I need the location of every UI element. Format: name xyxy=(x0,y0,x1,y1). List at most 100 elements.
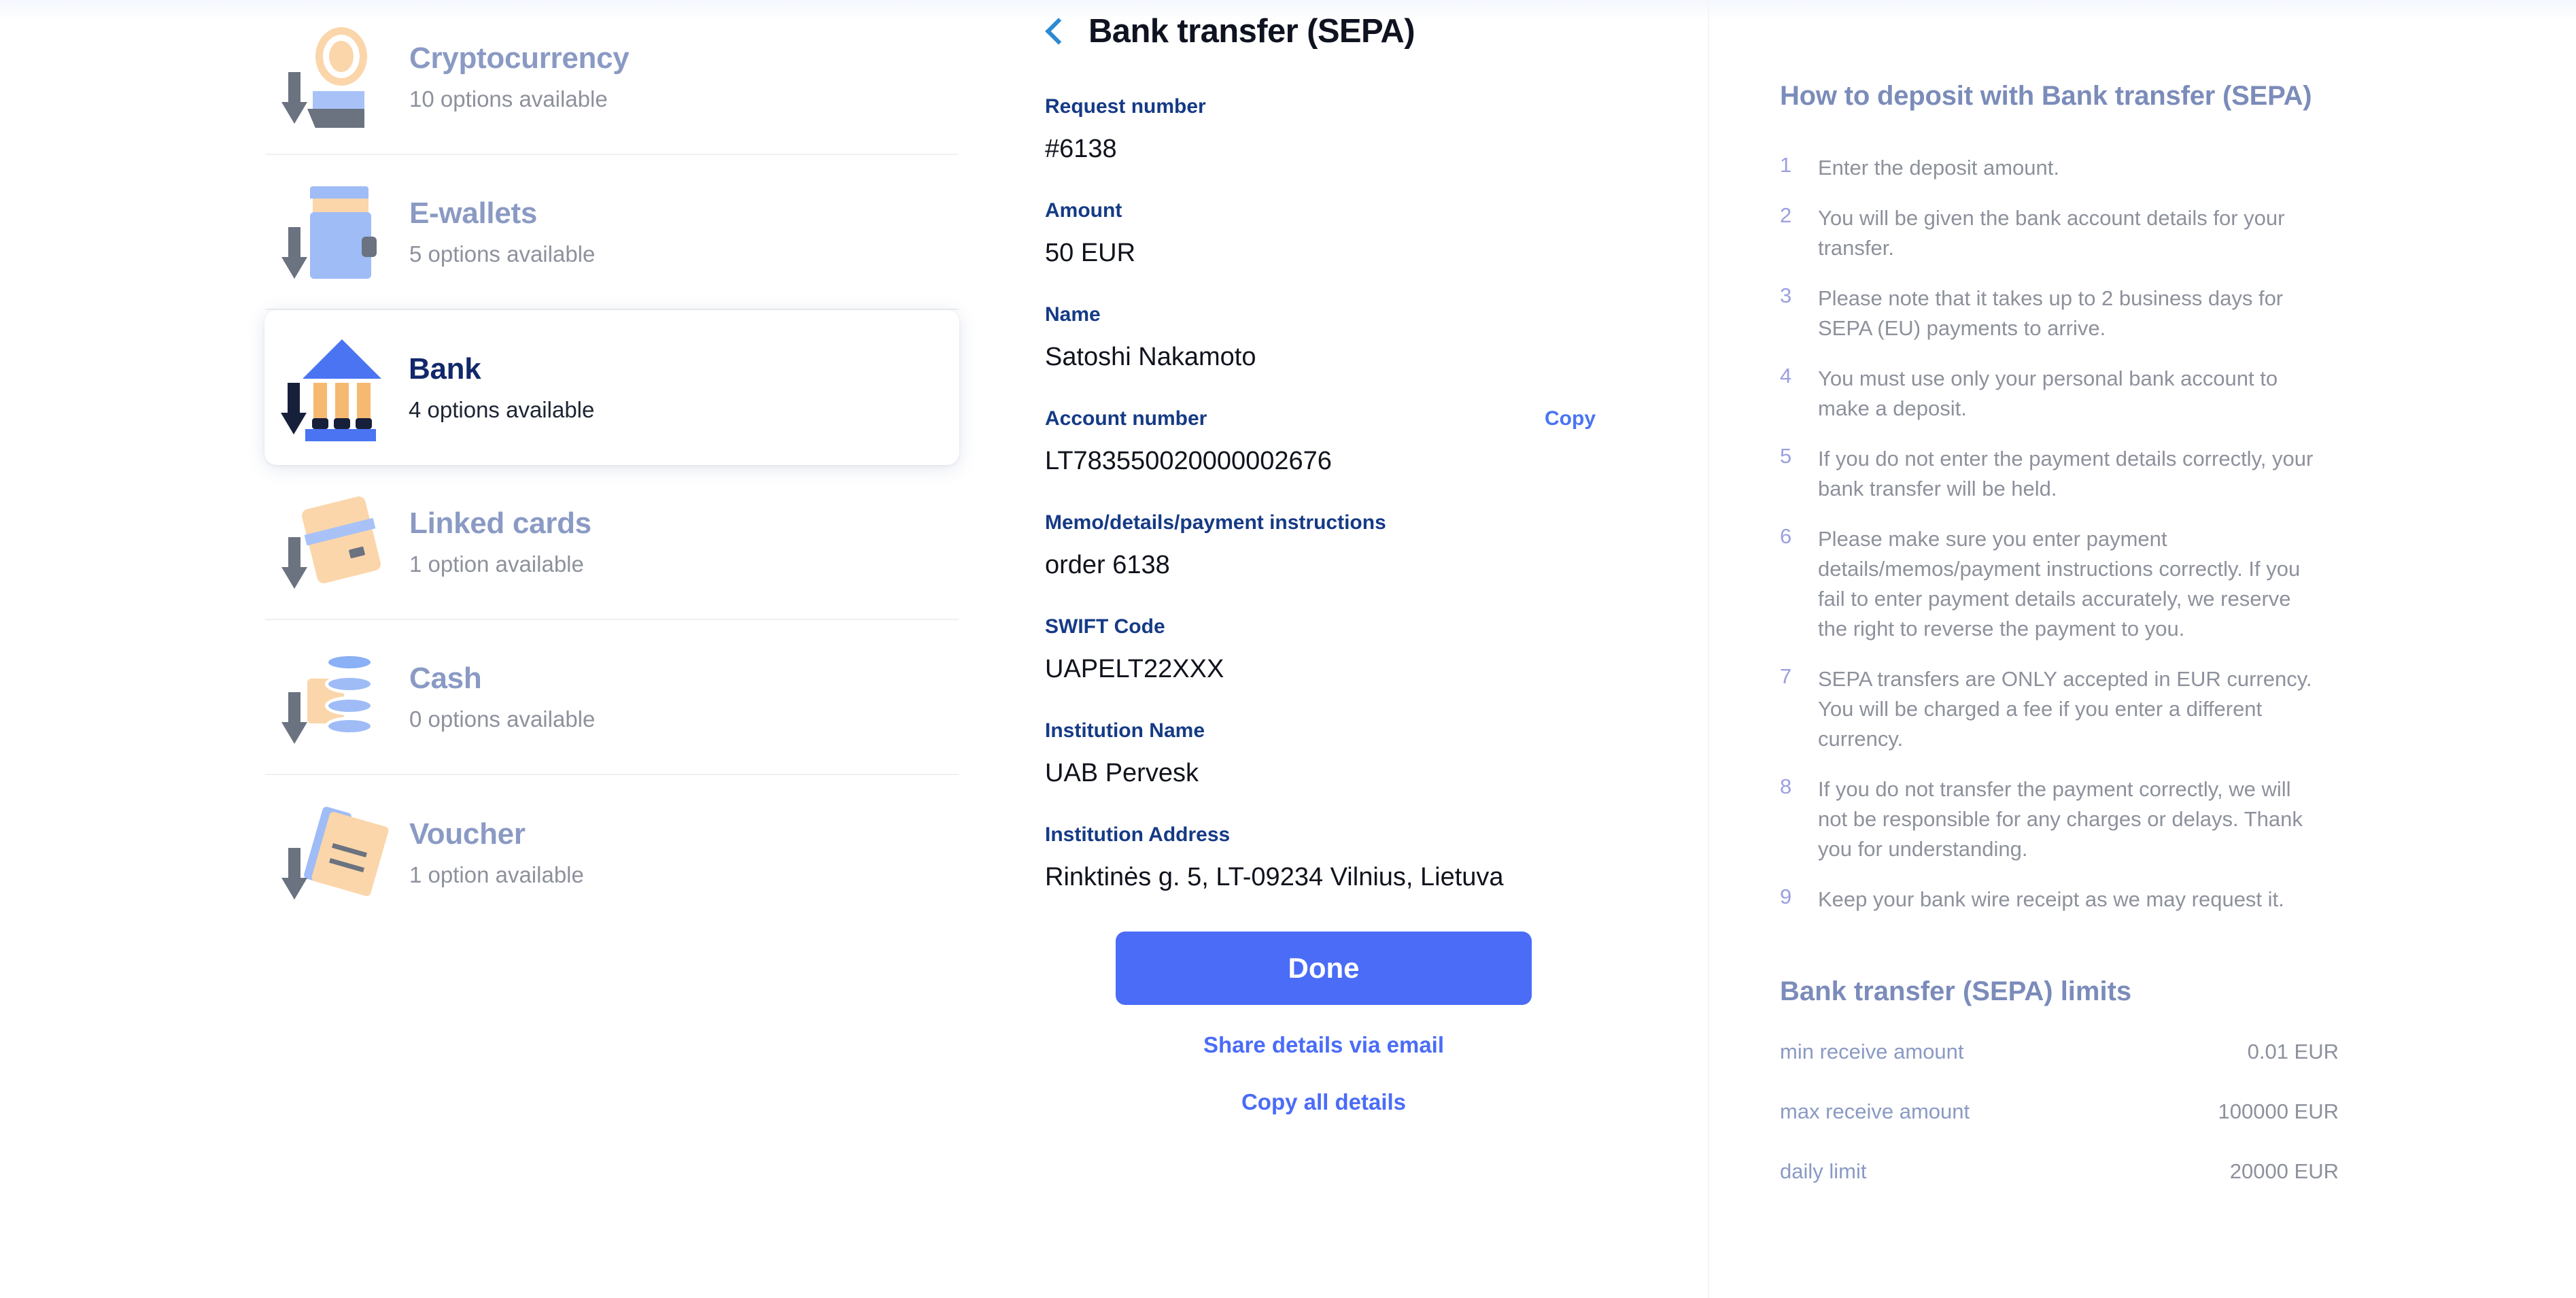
list-item: 9 Keep your bank wire receipt as we may … xyxy=(1780,885,2321,915)
info-panel: How to deposit with Bank transfer (SEPA)… xyxy=(1708,0,2576,1298)
cash-deposit-icon xyxy=(280,646,382,748)
list-item: 3 Please note that it takes up to 2 busi… xyxy=(1780,284,2321,343)
step-number: 7 xyxy=(1780,664,1792,689)
step-number: 8 xyxy=(1780,774,1792,799)
sidebar-item-bank[interactable]: Bank 4 options available xyxy=(264,310,959,465)
limit-value: 20000 EUR xyxy=(2229,1159,2339,1183)
sidebar-item-sublabel: 1 option available xyxy=(409,551,584,577)
card-deposit-icon xyxy=(280,491,383,593)
sidebar-item-voucher[interactable]: Voucher 1 option available xyxy=(265,775,959,930)
step-number: 9 xyxy=(1780,885,1792,909)
copy-all-details-link[interactable]: Copy all details xyxy=(1241,1089,1406,1115)
step-text: You will be given the bank account detai… xyxy=(1818,206,2285,260)
limit-value: 0.01 EUR xyxy=(2247,1039,2339,1063)
field-value: #6138 xyxy=(1045,135,1117,163)
field-institution-address: Institution Address Rinktinės g. 5, LT-0… xyxy=(1045,823,1708,892)
list-item: 2 You will be given the bank account det… xyxy=(1780,203,2321,263)
limit-key: daily limit xyxy=(1780,1159,1867,1183)
field-value: order 6138 xyxy=(1045,551,1170,579)
page-title: Bank transfer (SEPA) xyxy=(1088,13,1415,50)
field-value: Satoshi Nakamoto xyxy=(1045,343,1256,371)
transfer-detail-panel: Bank transfer (SEPA) Request number #613… xyxy=(960,0,1708,1298)
step-text: Keep your bank wire receipt as we may re… xyxy=(1818,887,2284,912)
list-item: 7 SEPA transfers are ONLY accepted in EU… xyxy=(1780,664,2321,754)
detail-actions: Done Share details via email Copy all de… xyxy=(1045,932,1602,1115)
field-value: UAPELT22XXX xyxy=(1045,655,1224,683)
chevron-left-icon[interactable] xyxy=(1045,15,1065,48)
limit-row-min-receive-amount: min receive amount 0.01 EUR xyxy=(1780,1040,2339,1064)
voucher-deposit-icon xyxy=(280,802,390,904)
bank-deposit-icon xyxy=(279,337,381,441)
limit-key: max receive amount xyxy=(1780,1099,1970,1123)
sidebar-item-cryptocurrency[interactable]: Cryptocurrency 10 options available xyxy=(265,0,959,155)
limits-title: Bank transfer (SEPA) limits xyxy=(1780,976,2132,1006)
sidebar-item-e-wallets[interactable]: E-wallets 5 options available xyxy=(265,155,959,310)
deposit-method-list: Cryptocurrency 10 options available E-wa… xyxy=(264,0,959,930)
sidebar-item-sublabel: 10 options available xyxy=(409,86,608,112)
sidebar-item-label: E-wallets xyxy=(409,197,538,230)
field-label: Institution Address xyxy=(1045,823,1231,846)
step-number: 1 xyxy=(1780,153,1792,177)
sidebar-item-sublabel: 1 option available xyxy=(409,862,584,887)
field-label: Name xyxy=(1045,303,1101,326)
field-memo: Memo/details/payment instructions order … xyxy=(1045,511,1708,580)
list-item: 6 Please make sure you enter payment det… xyxy=(1780,524,2321,644)
field-amount: Amount 50 EUR xyxy=(1045,199,1708,268)
step-number: 4 xyxy=(1780,364,1792,388)
sidebar-item-label: Linked cards xyxy=(409,507,591,540)
field-label: Institution Name xyxy=(1045,719,1205,742)
sidebar-item-sublabel: 4 options available xyxy=(409,397,595,422)
field-request-number: Request number #6138 xyxy=(1045,95,1708,164)
step-text: SEPA transfers are ONLY accepted in EUR … xyxy=(1818,667,2312,751)
field-label: Request number xyxy=(1045,95,1206,118)
sidebar-item-sublabel: 5 options available xyxy=(409,241,596,267)
field-value: 50 EUR xyxy=(1045,239,1136,267)
deposit-method-sidebar: Cryptocurrency 10 options available E-wa… xyxy=(0,0,960,1298)
step-text: If you do not enter the payment details … xyxy=(1818,447,2314,501)
how-to-deposit-steps: 1 Enter the deposit amount. 2 You will b… xyxy=(1780,153,2321,915)
step-text: If you do not transfer the payment corre… xyxy=(1818,777,2303,861)
step-number: 2 xyxy=(1780,203,1792,228)
wallet-deposit-icon xyxy=(280,181,382,283)
sidebar-item-label: Cash xyxy=(409,662,482,695)
list-item: 5 If you do not enter the payment detail… xyxy=(1780,444,2321,504)
copy-account-number-button[interactable]: Copy xyxy=(1545,407,1596,430)
field-label: SWIFT Code xyxy=(1045,615,1165,638)
field-institution-name: Institution Name UAB Pervesk xyxy=(1045,719,1708,788)
step-text: Enter the deposit amount. xyxy=(1818,156,2060,180)
step-number: 6 xyxy=(1780,524,1792,549)
field-name: Name Satoshi Nakamoto xyxy=(1045,303,1708,372)
field-value: UAB Pervesk xyxy=(1045,759,1199,787)
field-swift-code: SWIFT Code UAPELT22XXX xyxy=(1045,615,1708,684)
cryptocurrency-deposit-icon xyxy=(280,26,382,128)
deposit-page: Cryptocurrency 10 options available E-wa… xyxy=(0,0,2576,1298)
field-label: Account number xyxy=(1045,407,1207,430)
step-number: 5 xyxy=(1780,444,1792,468)
sidebar-item-label: Voucher xyxy=(409,817,526,851)
share-details-via-email-link[interactable]: Share details via email xyxy=(1203,1032,1444,1058)
field-label: Memo/details/payment instructions xyxy=(1045,511,1386,534)
sidebar-item-linked-cards[interactable]: Linked cards 1 option available xyxy=(265,465,959,620)
step-number: 3 xyxy=(1780,284,1792,308)
limit-row-max-receive-amount: max receive amount 100000 EUR xyxy=(1780,1099,2339,1124)
limit-row-daily-limit: daily limit 20000 EUR xyxy=(1780,1159,2339,1184)
detail-header: Bank transfer (SEPA) xyxy=(1045,12,1708,50)
sidebar-item-sublabel: 0 options available xyxy=(409,706,596,732)
sidebar-item-label: Cryptocurrency xyxy=(409,41,630,75)
field-value: LT783550020000002676 xyxy=(1045,447,1332,475)
list-item: 4 You must use only your personal bank a… xyxy=(1780,364,2321,424)
sidebar-item-label: Bank xyxy=(409,352,481,386)
list-item: 8 If you do not transfer the payment cor… xyxy=(1780,774,2321,864)
done-button[interactable]: Done xyxy=(1116,932,1532,1005)
step-text: Please make sure you enter payment detai… xyxy=(1818,527,2301,641)
list-item: 1 Enter the deposit amount. xyxy=(1780,153,2321,183)
how-to-deposit-title: How to deposit with Bank transfer (SEPA) xyxy=(1780,81,2312,111)
limit-value: 100000 EUR xyxy=(2218,1099,2339,1123)
limit-key: min receive amount xyxy=(1780,1039,1964,1063)
field-value: Rinktinės g. 5, LT-09234 Vilnius, Lietuv… xyxy=(1045,863,1504,891)
step-text: Please note that it takes up to 2 busine… xyxy=(1818,286,2284,341)
sidebar-item-cash[interactable]: Cash 0 options available xyxy=(265,620,959,775)
field-label: Amount xyxy=(1045,199,1122,222)
field-account-number: Account number Copy LT783550020000002676 xyxy=(1045,407,1708,476)
step-text: You must use only your personal bank acc… xyxy=(1818,366,2278,421)
